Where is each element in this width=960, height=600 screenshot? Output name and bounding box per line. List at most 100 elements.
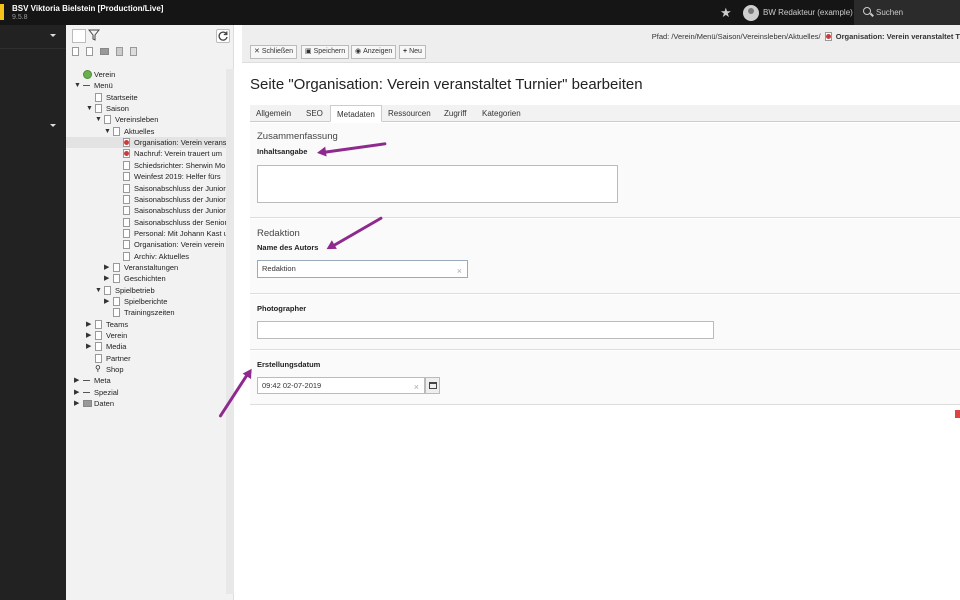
view-button[interactable]: ◉ Anzeigen — [351, 45, 397, 59]
page-icon — [123, 149, 130, 159]
page-type-icon[interactable] — [72, 47, 79, 56]
tree-item[interactable]: Startseite — [66, 92, 234, 103]
tree-item[interactable]: Verein — [66, 69, 234, 80]
expand-toggle-icon[interactable]: ▶ — [74, 387, 82, 398]
tree-item[interactable]: Weinfest 2019: Helfer fürs — [66, 171, 234, 182]
collapse-toggle-icon[interactable]: ▼ — [95, 285, 103, 296]
doc-header: Pfad: /Verein/Menü/Saison/Vereinsleben/A… — [242, 25, 960, 63]
photographer-label: Photographer — [257, 304, 307, 313]
page-icon — [95, 92, 102, 102]
avatar[interactable] — [743, 5, 759, 21]
clear-icon[interactable]: × — [414, 380, 419, 395]
search-label: Suchen — [876, 8, 904, 17]
bookmark-star-icon[interactable]: ★ — [720, 5, 732, 21]
expand-toggle-icon[interactable]: ▶ — [86, 341, 94, 352]
folder-type-icon[interactable] — [100, 48, 109, 55]
expand-toggle-icon[interactable]: ▶ — [86, 319, 94, 330]
photographer-input[interactable] — [257, 321, 714, 339]
filter-icon[interactable] — [87, 29, 102, 43]
page-icon — [104, 115, 111, 125]
tab-ressourcen[interactable]: Ressourcen — [382, 105, 437, 122]
tree-item[interactable]: Saisonabschluss der Senior — [66, 217, 234, 228]
expand-toggle-icon[interactable]: ▶ — [104, 273, 112, 284]
tree-item[interactable]: Organisation: Verein veranst — [66, 137, 234, 149]
menu-icon — [83, 85, 90, 87]
tree-item[interactable]: ▶ Daten — [66, 398, 234, 409]
save-icon: ▣ — [305, 48, 312, 55]
tree-item[interactable]: ▶ Teams — [66, 319, 234, 330]
page-type-icon[interactable] — [130, 47, 137, 56]
tree-item-label: Schiedsrichter: Sherwin Mo — [134, 160, 226, 170]
tree-item[interactable]: ▶ Geschichten — [66, 273, 234, 284]
tab-allgemein[interactable]: Allgemein — [250, 105, 297, 122]
new-page-icon[interactable] — [72, 29, 86, 43]
page-icon — [113, 262, 120, 272]
tree-item[interactable]: ▼ Spielbetrieb — [66, 285, 234, 296]
tree-item[interactable]: Personal: Mit Johann Kast u — [66, 228, 234, 239]
page-type-icon[interactable] — [86, 47, 93, 56]
tree-item[interactable]: Saisonabschluss der Juniore — [66, 205, 234, 216]
search-button[interactable]: Suchen — [854, 0, 960, 25]
tree-item[interactable]: ▶ Spielberichte — [66, 296, 234, 307]
expand-toggle-icon[interactable]: ▶ — [104, 262, 112, 273]
tree-item[interactable]: ▶ Media — [66, 341, 234, 352]
tree-item[interactable]: Organisation: Verein verein — [66, 239, 234, 250]
tree-item[interactable]: ▶ Verein — [66, 330, 234, 341]
page-icon — [113, 308, 120, 318]
tree-item-label: Saisonabschluss der Juniore — [134, 206, 230, 216]
tab-metadaten[interactable]: Metadaten — [330, 105, 382, 122]
editorial-title: Redaktion — [257, 228, 300, 239]
expand-toggle-icon[interactable]: ▶ — [104, 296, 112, 307]
tree-item[interactable]: Saisonabschluss der Juniore — [66, 194, 234, 205]
tree-item[interactable]: Saisonabschluss der Juniore — [66, 183, 234, 194]
expand-toggle-icon[interactable]: ▶ — [74, 398, 82, 409]
collapse-toggle-icon[interactable]: ▼ — [86, 103, 94, 114]
tree-item[interactable]: Nachruf: Verein trauert um — [66, 148, 234, 159]
tree-item[interactable]: ▶ Spezial — [66, 387, 234, 398]
author-input[interactable]: Redaktion × — [257, 260, 468, 278]
tree-item[interactable]: ▶ Meta — [66, 375, 234, 386]
tree-item[interactable]: Partner — [66, 353, 234, 364]
collapse-toggle-icon[interactable]: ▼ — [104, 126, 112, 137]
folder-icon — [83, 400, 92, 408]
clear-icon[interactable]: × — [457, 263, 462, 279]
close-button[interactable]: ✕ Schließen — [250, 45, 298, 59]
tree-item[interactable]: Trainingszeiten — [66, 307, 234, 318]
tree-item[interactable]: ▼ Aktuelles — [66, 126, 234, 137]
tree-item[interactable]: Archiv: Aktuelles — [66, 251, 234, 262]
tree-item[interactable]: ⚲ Shop — [66, 364, 234, 375]
page-icon — [123, 228, 130, 238]
page-title: Seite "Organisation: Verein veranstaltet… — [250, 76, 643, 93]
collapse-toggle-icon[interactable]: ▼ — [74, 80, 82, 91]
save-button[interactable]: ▣ Speichern — [301, 45, 350, 59]
page-icon — [123, 183, 130, 193]
abstract-textarea[interactable] — [257, 165, 618, 203]
expand-toggle-icon[interactable]: ▶ — [86, 330, 94, 341]
breadcrumb-path[interactable]: Pfad: /Verein/Menü/Saison/Vereinsleben/A… — [652, 32, 821, 41]
page-tree-panel: Verein ▼ Menü Startseite ▼ Saison ▼ Vereinslebe… — [66, 25, 234, 600]
chevron-down-icon — [50, 124, 56, 127]
tree-item-label: Geschichten — [124, 274, 166, 284]
module-group-file[interactable] — [0, 115, 66, 139]
refresh-icon[interactable] — [216, 29, 230, 43]
tree-item[interactable]: Schiedsrichter: Sherwin Mo — [66, 160, 234, 171]
created-date-input[interactable]: 09:42 02-07-2019 × — [257, 377, 425, 394]
tree-item[interactable]: ▶ Veranstaltungen — [66, 262, 234, 273]
tab-kategorien[interactable]: Kategorien — [476, 105, 527, 122]
collapse-toggle-icon[interactable]: ▼ — [95, 114, 103, 125]
tree-item[interactable]: ▼ Vereinsleben — [66, 114, 234, 125]
module-group-web[interactable] — [0, 25, 66, 49]
page-icon — [104, 285, 111, 295]
tab-seo[interactable]: SEO — [300, 105, 329, 122]
globe-icon — [83, 70, 92, 79]
calendar-button[interactable] — [425, 377, 440, 394]
tree-item[interactable]: ▼ Menü — [66, 80, 234, 91]
tree-item[interactable]: ▼ Saison — [66, 103, 234, 114]
tab-zugriff[interactable]: Zugriff — [438, 105, 473, 122]
page-type-icon[interactable] — [116, 47, 123, 56]
page-icon — [123, 251, 130, 261]
tree-scrollbar[interactable] — [226, 69, 234, 594]
expand-toggle-icon[interactable]: ▶ — [74, 375, 82, 386]
user-name[interactable]: BW Redakteur (example) — [763, 8, 853, 17]
new-button[interactable]: + Neu — [399, 45, 426, 59]
